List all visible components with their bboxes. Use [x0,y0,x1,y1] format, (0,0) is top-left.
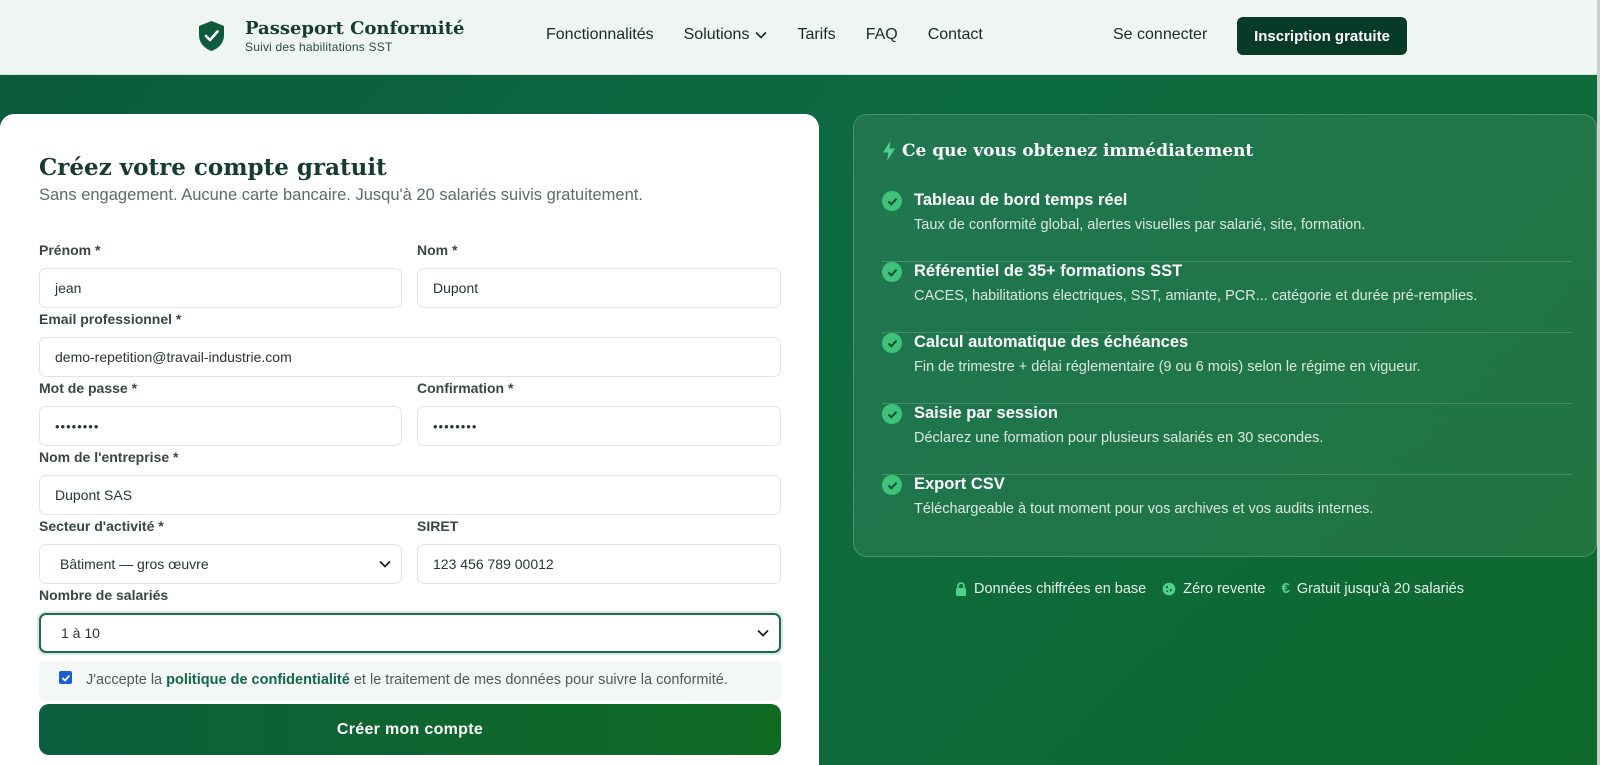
company-label: Nom de l'entreprise * [39,449,179,465]
check-circle-icon [882,262,902,282]
check-circle-icon [882,191,902,211]
feature-item: Saisie par session Déclarez une formatio… [882,404,1572,475]
consent-text-after: et le traitement de mes données pour sui… [349,672,728,688]
cookie-icon [1162,582,1176,595]
nav-item-tarifs[interactable]: Tarifs [797,25,835,45]
first-name-field[interactable]: jean [39,268,402,308]
consent-row: J'accepte la politique de confidentialit… [39,661,781,701]
employees-select-value: 1 à 10 [61,625,100,641]
employees-select[interactable]: 1 à 10 [39,613,781,653]
brand-logo[interactable]: Passeport Conformité Suivi des habilitat… [198,18,464,54]
sector-select[interactable]: Bâtiment — gros œuvre [39,544,402,584]
trust-item-encryption: Données chiffrées en base [955,581,1146,597]
feature-description: CACES, habilitations électriques, SST, a… [914,288,1478,304]
employees-label: Nombre de salariés [39,587,169,603]
password-label: Mot de passe * [39,380,138,396]
signup-button[interactable]: Inscription gratuite [1237,17,1407,55]
nav-item-solutions[interactable]: Solutions [684,25,768,45]
login-link[interactable]: Se connecter [1113,26,1207,44]
password-field[interactable]: •••••••• [39,406,402,446]
trust-item-no-resale: Zéro revente [1162,581,1265,597]
feature-description: Déclarez une formation pour plusieurs sa… [914,430,1324,446]
check-circle-icon [882,404,902,424]
last-name-label: Nom * [417,242,458,258]
nav-item-fonctionnalites[interactable]: Fonctionnalités [546,25,654,45]
siret-label: SIRET [417,518,459,534]
first-name-label: Prénom * [39,242,101,258]
shield-check-icon [199,21,224,51]
sector-label: Secteur d'activité * [39,518,164,534]
chevron-down-icon [379,560,391,568]
feature-description: Taux de conformité global, alertes visue… [914,217,1366,233]
confirm-password-field[interactable]: •••••••• [417,406,781,446]
feature-item: Export CSV Téléchargeable à tout moment … [882,475,1572,546]
benefits-title: Ce que vous obtenez immédiatement [902,141,1254,161]
privacy-policy-link[interactable]: politique de confidentialité [166,672,350,688]
feature-title: Export CSV [914,475,1005,493]
feature-item: Référentiel de 35+ formations SST CACES,… [882,262,1572,333]
siret-field[interactable]: 123 456 789 00012 [417,544,781,584]
feature-item: Tableau de bord temps réel Taux de confo… [882,191,1572,262]
feature-description: Fin de trimestre + délai réglementaire (… [914,359,1421,375]
company-field[interactable]: Dupont SAS [39,475,781,515]
feature-title: Calcul automatique des échéances [914,333,1189,351]
trust-text: Données chiffrées en base [974,580,1147,597]
signup-form-card: Créez votre compte gratuit Sans engageme… [0,114,819,765]
form-subtitle: Sans engagement. Aucune carte bancaire. … [39,186,643,204]
nav-item-contact[interactable]: Contact [928,25,983,45]
check-icon [61,674,70,682]
email-field[interactable]: demo-repetition@travail-industrie.com [39,337,781,377]
email-label: Email professionnel * [39,311,182,327]
main-nav: Fonctionnalités Solutions Tarifs FAQ Con… [546,25,1013,45]
trust-text: Zéro revente [1183,580,1266,597]
confirm-password-label: Confirmation * [417,380,514,396]
benefits-panel: Ce que vous obtenez immédiatement Tablea… [853,114,1597,557]
create-account-button[interactable]: Créer mon compte [39,704,781,755]
lock-icon [956,581,966,596]
brand-tagline: Suivi des habilitations SST [245,40,393,54]
last-name-field[interactable]: Dupont [417,268,781,308]
trust-text: Gratuit jusqu'à 20 salariés [1296,580,1465,597]
trust-item-free-tier: € Gratuit jusqu'à 20 salariés [1281,580,1464,597]
feature-title: Saisie par session [914,404,1058,422]
sector-select-value: Bâtiment — gros œuvre [60,556,209,572]
euro-icon: € [1281,580,1290,597]
consent-checkbox[interactable] [59,671,72,684]
top-navbar: Passeport Conformité Suivi des habilitat… [0,0,1600,75]
nav-item-solutions-label: Solutions [683,26,750,43]
check-circle-icon [882,333,902,353]
consent-text-before: J'accepte la [86,672,167,688]
feature-title: Référentiel de 35+ formations SST [914,262,1183,280]
form-title: Créez votre compte gratuit [39,154,387,181]
brand-name: Passeport Conformité [245,18,465,39]
check-circle-icon [882,475,902,495]
trust-badges: Données chiffrées en base Zéro revente €… [955,580,1480,597]
feature-item: Calcul automatique des échéances Fin de … [882,333,1572,404]
feature-title: Tableau de bord temps réel [914,191,1128,209]
feature-description: Téléchargeable à tout moment pour vos ar… [914,501,1374,517]
consent-text: J'accepte la politique de confidentialit… [86,672,728,688]
nav-item-faq[interactable]: FAQ [866,25,898,45]
chevron-down-icon [755,31,768,39]
chevron-down-icon [757,629,769,637]
benefits-title-row: Ce que vous obtenez immédiatement [882,141,1253,161]
lightning-icon [883,141,895,161]
